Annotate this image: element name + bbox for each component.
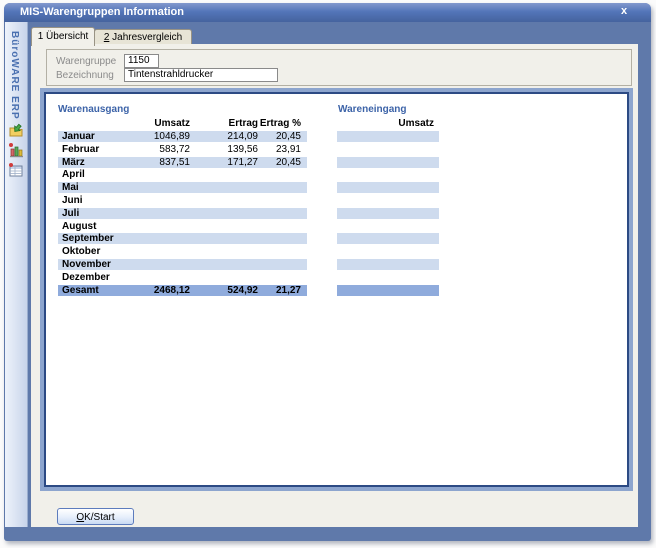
row-ertrag-value: 214,09 <box>227 131 258 142</box>
row-month-label: August <box>62 221 96 232</box>
table-row[interactable]: August <box>58 220 439 233</box>
row-month-label: Juni <box>62 195 83 206</box>
bezeichnung-label: Bezeichnung <box>56 70 114 81</box>
wareneingang-row-band <box>337 195 439 206</box>
warenausgang-row-band <box>58 182 307 193</box>
wareneingang-row-band <box>337 208 439 219</box>
table-row[interactable]: November <box>58 258 439 271</box>
title-bar: MIS-Warengruppen Information x <box>4 3 651 22</box>
col-header-ertrag-pct: Ertrag % <box>260 118 301 129</box>
table-row[interactable]: Gesamt 2468,12 524,92 21,27 <box>58 284 439 297</box>
warenausgang-row-band <box>58 208 307 219</box>
table-header-row: Umsatz Ertrag Ertrag % Umsatz <box>58 118 439 130</box>
table-row[interactable]: Mai <box>58 181 439 194</box>
row-ertrag-value: 524,92 <box>227 285 258 296</box>
table-row[interactable]: Januar 1046,89 214,09 20,45 <box>58 130 439 143</box>
row-month-label: November <box>62 259 111 270</box>
row-ertrag-value: 139,56 <box>227 144 258 155</box>
warengruppe-field[interactable] <box>124 54 159 68</box>
tab-uebersicht-label: 1 Übersicht <box>38 31 89 42</box>
row-month-label: Januar <box>62 131 95 142</box>
table-row[interactable]: Dezember <box>58 271 439 284</box>
table-row[interactable]: Oktober <box>58 245 439 258</box>
ok-start-button[interactable]: OK/Start <box>57 508 134 525</box>
wareneingang-row-band <box>337 131 439 142</box>
months-table: Januar 1046,89 214,09 20,45 Februar 583,… <box>58 130 439 296</box>
bezeichnung-field[interactable] <box>124 68 278 82</box>
row-umsatz-value: 2468,12 <box>154 285 190 296</box>
wareneingang-row-band <box>337 182 439 193</box>
row-umsatz-value: 1046,89 <box>154 131 190 142</box>
row-month-label: März <box>62 157 85 168</box>
warenausgang-row-band <box>58 169 307 180</box>
col-header-we-umsatz: Umsatz <box>398 118 434 129</box>
table-row[interactable]: Juni <box>58 194 439 207</box>
tab-uebersicht[interactable]: 1 Übersicht <box>31 27 95 46</box>
row-month-label: Juli <box>62 208 79 219</box>
data-panel-frame: Warenausgang Wareneingang Umsatz Ertrag … <box>40 88 633 491</box>
data-panel: Warenausgang Wareneingang Umsatz Ertrag … <box>44 92 629 487</box>
wareneingang-row-band <box>337 144 439 155</box>
wareneingang-row-band <box>337 221 439 232</box>
row-ertrag-pct-value: 23,91 <box>276 144 301 155</box>
row-ertrag-pct-value: 21,27 <box>276 285 301 296</box>
bar-chart-icon[interactable] <box>8 142 24 158</box>
warenausgang-title: Warenausgang <box>58 104 129 115</box>
window-title: MIS-Warengruppen Information <box>20 6 184 18</box>
wareneingang-row-band <box>337 246 439 257</box>
row-ertrag-pct-value: 20,45 <box>276 157 301 168</box>
wareneingang-row-band <box>337 272 439 283</box>
table-row[interactable]: April <box>58 168 439 181</box>
row-ertrag-value: 171,27 <box>227 157 258 168</box>
row-month-label: Gesamt <box>62 285 99 296</box>
row-month-label: Februar <box>62 144 99 155</box>
table-row[interactable]: Februar 583,72 139,56 23,91 <box>58 143 439 156</box>
mis-warengruppen-window: MIS-Warengruppen Information x BüroWARE … <box>4 3 651 541</box>
row-umsatz-value: 837,51 <box>159 157 190 168</box>
row-ertrag-pct-value: 20,45 <box>276 131 301 142</box>
wareneingang-row-band <box>337 233 439 244</box>
row-month-label: Mai <box>62 182 79 193</box>
row-month-label: Oktober <box>62 246 100 257</box>
wareneingang-row-band <box>337 285 439 296</box>
table-row[interactable]: März 837,51 171,27 20,45 <box>58 156 439 169</box>
tab-jahresvergleich-label: 2 Jahresvergleich <box>104 32 182 43</box>
warengruppe-label: Warengruppe <box>56 56 116 67</box>
table-row[interactable]: Juli <box>58 207 439 220</box>
table-icon[interactable] <box>8 162 24 178</box>
screen: MIS-Warengruppen Information x BüroWARE … <box>0 0 656 548</box>
table-row[interactable]: September <box>58 232 439 245</box>
brand-vertical-text: BüroWARE ERP <box>9 31 20 120</box>
close-icon[interactable]: x <box>617 5 631 17</box>
wareneingang-title: Wareneingang <box>338 104 407 115</box>
wareneingang-row-band <box>337 169 439 180</box>
brand-sidebar: BüroWARE ERP <box>5 22 28 527</box>
row-month-label: April <box>62 169 85 180</box>
warenausgang-row-band <box>58 195 307 206</box>
folder-import-icon[interactable] <box>8 123 24 139</box>
wareneingang-row-band <box>337 157 439 168</box>
row-month-label: September <box>62 233 114 244</box>
col-header-ertrag: Ertrag <box>229 118 258 129</box>
row-month-label: Dezember <box>62 272 110 283</box>
row-umsatz-value: 583,72 <box>159 144 190 155</box>
col-header-umsatz: Umsatz <box>154 118 190 129</box>
wareneingang-row-band <box>337 259 439 270</box>
form-groupbox: Warengruppe Bezeichnung <box>46 49 632 86</box>
